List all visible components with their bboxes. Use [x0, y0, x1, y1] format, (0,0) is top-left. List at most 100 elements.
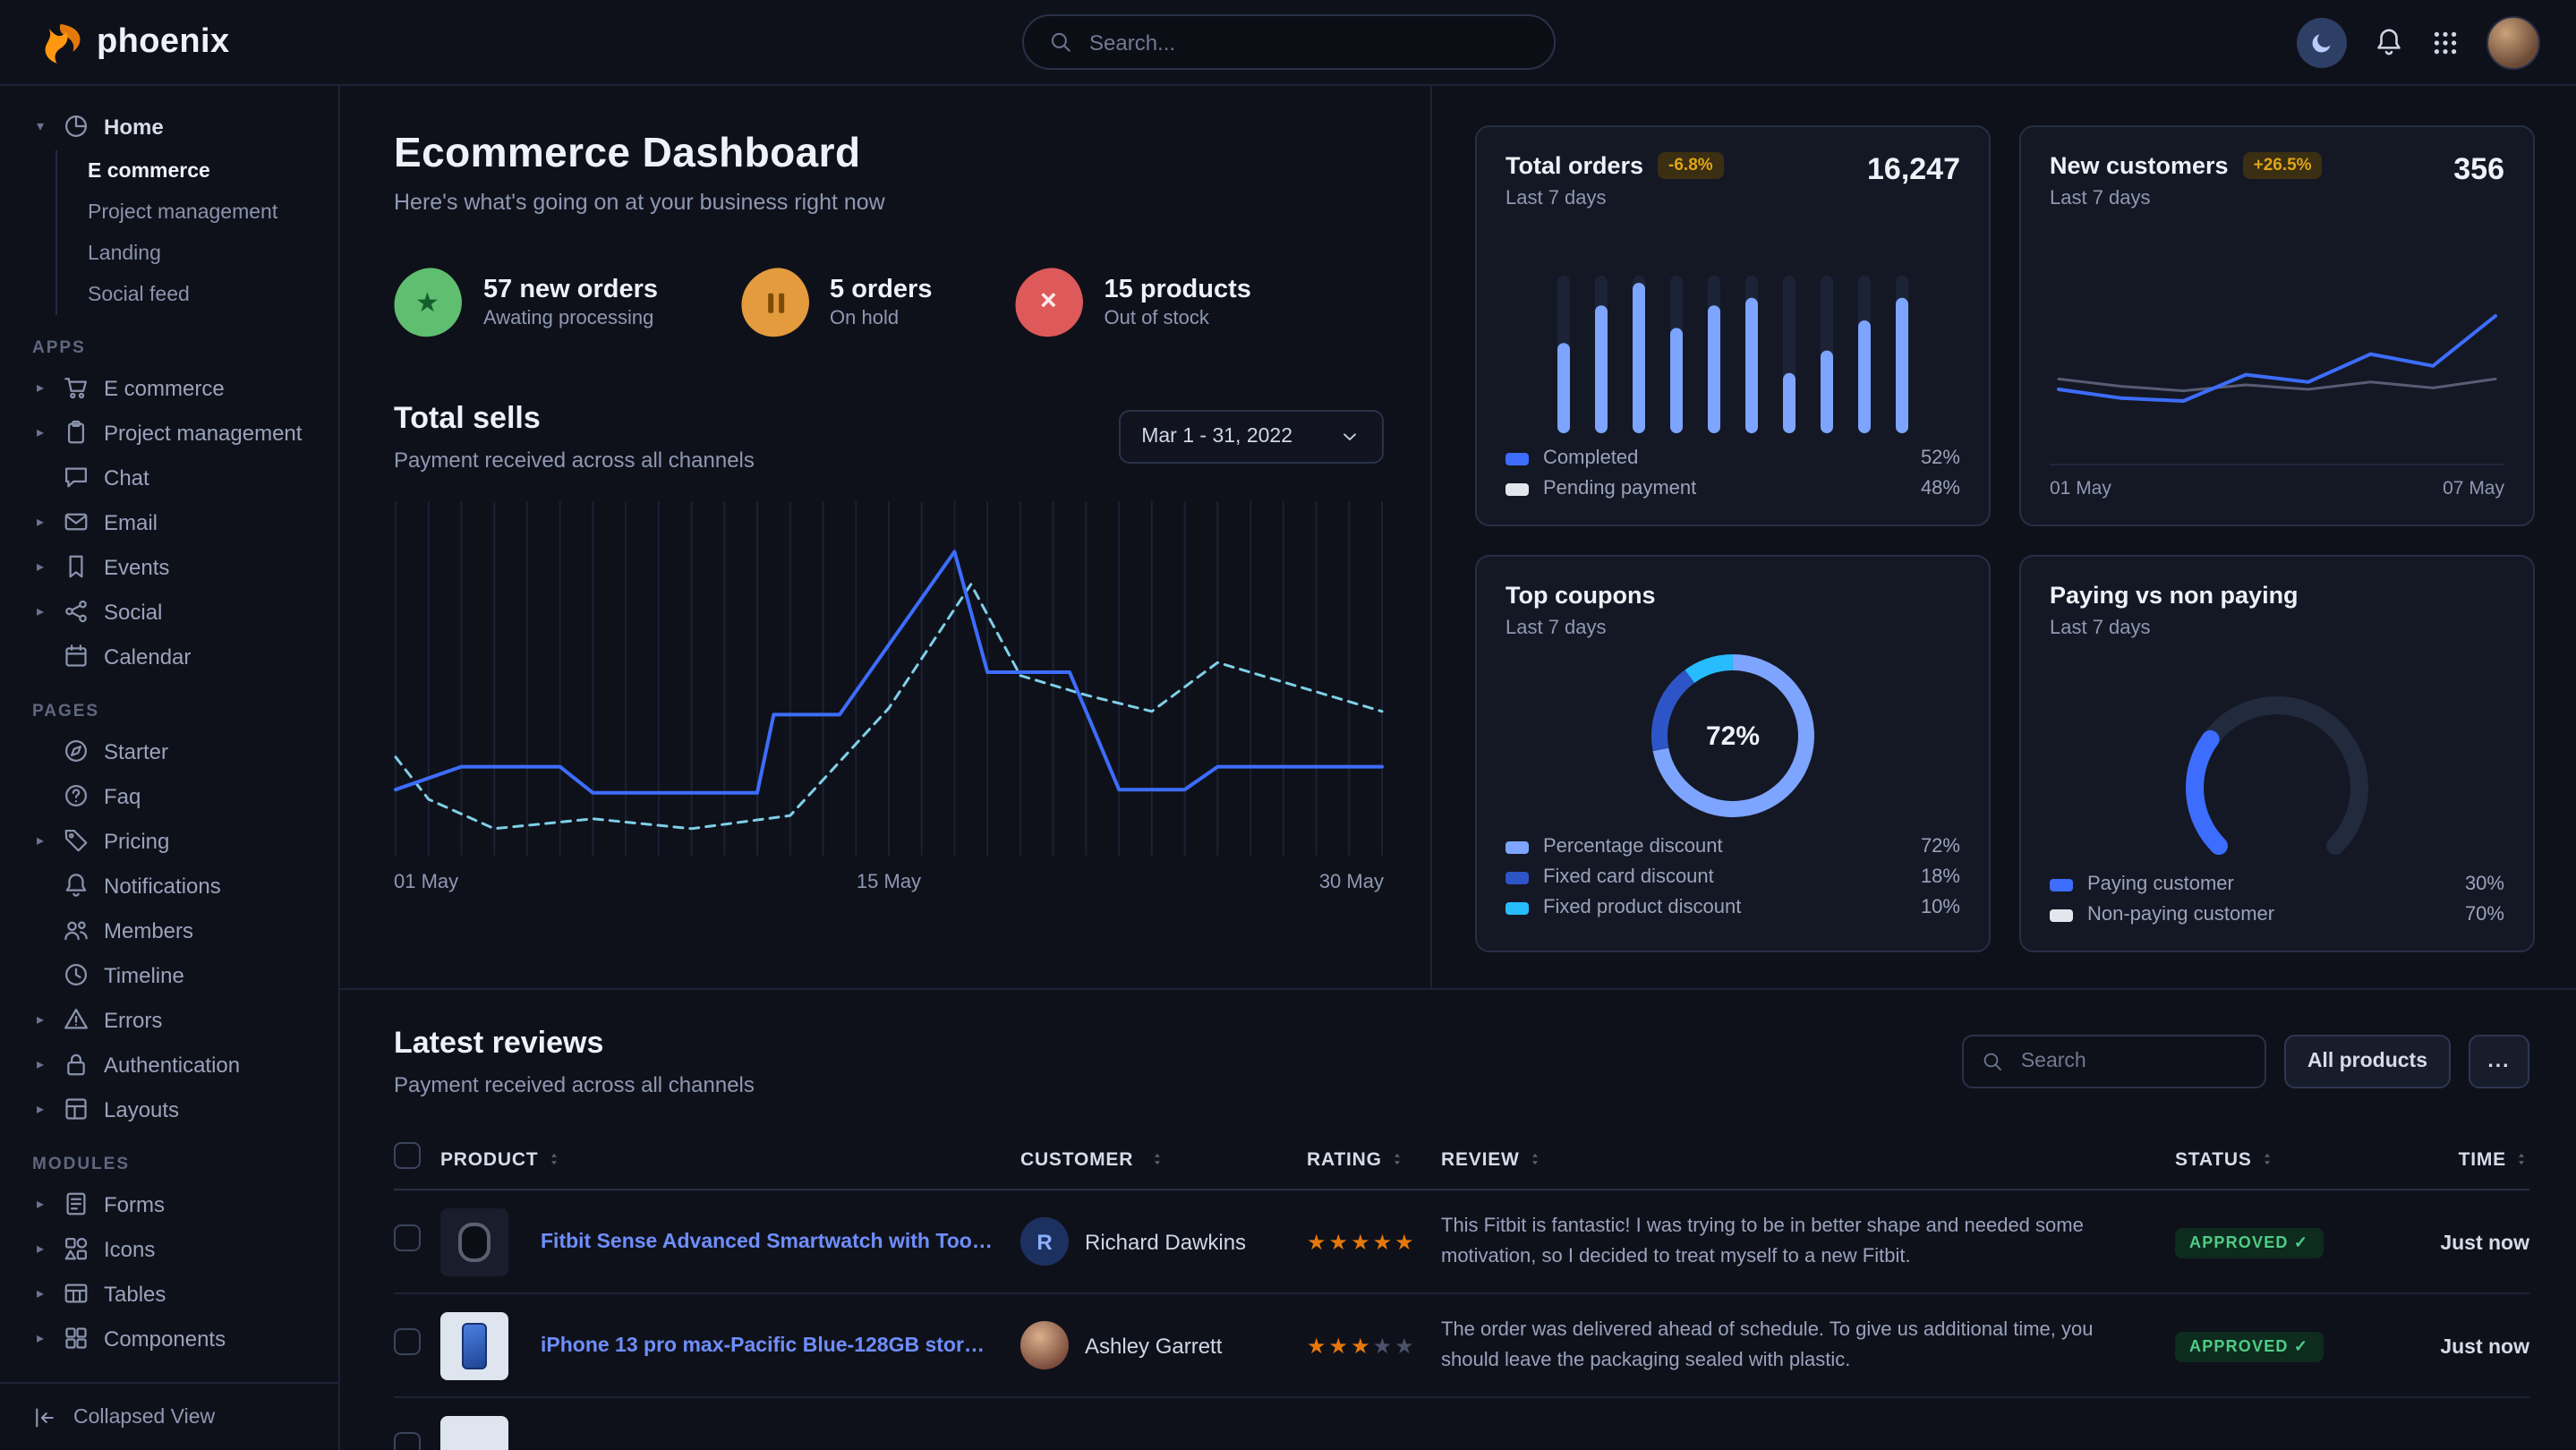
bell-icon — [2374, 27, 2404, 57]
reviews-search-input[interactable] — [2017, 1049, 2247, 1074]
reviews-table: PRODUCTCUSTOMERRATINGREVIEWSTATUSTIME Fit… — [394, 1130, 2529, 1450]
stat-caption: Awating processing — [483, 308, 658, 329]
grid9-icon — [2431, 28, 2460, 56]
card-title: Total orders — [1506, 152, 1643, 179]
search-input[interactable] — [1086, 28, 1528, 56]
column-header-time[interactable]: TIME — [2386, 1148, 2529, 1170]
column-header-rating[interactable]: RATING — [1307, 1148, 1441, 1170]
dashboard-top: Ecommerce Dashboard Here's what's going … — [340, 86, 2576, 990]
row-checkbox[interactable] — [394, 1327, 421, 1354]
sidebar-item-social[interactable]: ▸Social — [0, 589, 338, 634]
all-products-button[interactable]: All products — [2284, 1035, 2451, 1088]
product-thumbnail — [440, 1311, 508, 1379]
sidebar-item-authentication[interactable]: ▸Authentication — [0, 1042, 338, 1087]
more-options-button[interactable]: ... — [2469, 1035, 2529, 1088]
theme-toggle-button[interactable] — [2297, 17, 2347, 67]
sidebar-item-project-management[interactable]: ▸Project management — [0, 410, 338, 455]
sidebar-item-chat[interactable]: Chat — [0, 455, 338, 499]
brand-name: phoenix — [97, 22, 230, 62]
legend-label: Non-paying customer — [2087, 904, 2274, 925]
notifications-button[interactable] — [2374, 27, 2404, 57]
table-row: iPhone 13 pro max-Pacific Blue-128GB sto… — [394, 1294, 2529, 1398]
caret-right-icon: ▸ — [32, 424, 48, 440]
page-subtitle: Here's what's going on at your business … — [394, 190, 1384, 215]
legend-item-paying-customer: Paying customer30% — [2050, 874, 2504, 895]
sidebar-item-project-management[interactable]: Project management — [57, 192, 338, 233]
sidebar-item-starter[interactable]: Starter — [0, 729, 338, 773]
trend-badge: -6.8% — [1658, 152, 1724, 179]
question-icon — [63, 782, 90, 809]
product-link[interactable]: Fitbit Sense Advanced Smartwatch with To… — [541, 1231, 995, 1252]
paying-legend: Paying customer30%Non-paying customer70% — [2050, 874, 2504, 925]
product-link[interactable]: iPhone 13 pro max-Pacific Blue-128GB sto… — [541, 1335, 995, 1356]
review-time: Just now — [2440, 1232, 2529, 1254]
main-content: Ecommerce Dashboard Here's what's going … — [340, 86, 2576, 1450]
sidebar-item-tables[interactable]: ▸Tables — [0, 1271, 338, 1316]
legend-label: Pending payment — [1543, 478, 1696, 499]
legend-label: Percentage discount — [1543, 836, 1723, 857]
card-value: 356 — [2453, 152, 2504, 188]
legend-swatch — [1506, 871, 1529, 883]
sidebar-item-faq[interactable]: Faq — [0, 773, 338, 818]
clipboard-icon — [63, 419, 90, 446]
sidebar-item-icons[interactable]: ▸Icons — [0, 1226, 338, 1271]
row-checkbox[interactable] — [394, 1431, 421, 1450]
sidebar-item-calendar[interactable]: Calendar — [0, 634, 338, 678]
x-label-start: 01 May — [2050, 478, 2111, 499]
date-range-select[interactable]: Mar 1 - 31, 2022 — [1118, 410, 1384, 464]
column-header-customer[interactable]: CUSTOMER — [1020, 1148, 1307, 1170]
legend-value: 18% — [1921, 866, 1960, 888]
customer-name: Richard Dawkins — [1085, 1229, 1246, 1254]
sidebar-item-forms[interactable]: ▸Forms — [0, 1181, 338, 1226]
column-header-status[interactable]: STATUS — [2175, 1148, 2386, 1170]
sort-icon — [1389, 1151, 1405, 1167]
caret-right-icon: ▸ — [32, 1101, 48, 1117]
stat-awating-processing: ★57 new ordersAwating processing — [394, 269, 658, 337]
sidebar-item-e-commerce[interactable]: E commerce — [57, 150, 338, 192]
legend-label: Paying customer — [2087, 874, 2234, 895]
sidebar-item-errors[interactable]: ▸Errors — [0, 997, 338, 1042]
apps-grid-button[interactable] — [2431, 28, 2460, 56]
total-sells-subtitle: Payment received across all channels — [394, 448, 755, 473]
sidebar-item-events[interactable]: ▸Events — [0, 544, 338, 589]
legend-label: Fixed card discount — [1543, 866, 1714, 888]
top-coupons-chart: 72% — [1643, 646, 1822, 825]
column-header-review[interactable]: REVIEW — [1441, 1148, 2175, 1170]
global-search[interactable] — [1021, 14, 1555, 70]
row-checkbox[interactable] — [394, 1224, 421, 1250]
bookmark-icon — [63, 553, 90, 580]
brand[interactable]: phoenix — [36, 19, 230, 65]
collapsed-view-toggle[interactable]: Collapsed View — [0, 1382, 338, 1450]
overview-section: Ecommerce Dashboard Here's what's going … — [340, 86, 1430, 988]
sidebar-item-layouts[interactable]: ▸Layouts — [0, 1087, 338, 1131]
stat-amount: 5 orders — [830, 276, 932, 304]
sidebar-item-email[interactable]: ▸Email — [0, 499, 338, 544]
sidebar-item-social-feed[interactable]: Social feed — [57, 274, 338, 315]
donut-center-label: 72% — [1643, 646, 1822, 825]
total-sells-x-labels: 01 May15 May30 May — [394, 872, 1384, 893]
sidebar-item-components[interactable]: ▸Components — [0, 1316, 338, 1360]
product-thumbnail — [440, 1207, 508, 1275]
legend-swatch — [1506, 452, 1529, 465]
sidebar-item-e-commerce[interactable]: ▸E commerce — [0, 365, 338, 410]
paying-gauge-chart — [2050, 639, 2504, 863]
select-all-checkbox[interactable] — [394, 1141, 421, 1168]
sidebar-item-members[interactable]: Members — [0, 908, 338, 952]
shapes-icon — [63, 1235, 90, 1262]
sidebar-section-modules: MODULES — [32, 1155, 338, 1174]
sidebar-item-landing[interactable]: Landing — [57, 233, 338, 274]
calendar-icon — [63, 643, 90, 670]
cart-icon — [63, 374, 90, 401]
column-header-product[interactable]: PRODUCT — [440, 1148, 1020, 1170]
clock-icon — [63, 961, 90, 988]
tag-icon — [63, 827, 90, 854]
sidebar-item-timeline[interactable]: Timeline — [0, 952, 338, 997]
user-avatar[interactable] — [2486, 15, 2540, 69]
sidebar-item-notifications[interactable]: Notifications — [0, 863, 338, 908]
customer-avatar: R — [1020, 1217, 1069, 1266]
reviews-search[interactable] — [1962, 1035, 2266, 1088]
new-customers-chart — [2050, 209, 2504, 456]
search-icon — [1982, 1051, 2003, 1072]
sidebar-item-home[interactable]: ▾Home — [0, 104, 338, 149]
sidebar-item-pricing[interactable]: ▸Pricing — [0, 818, 338, 863]
